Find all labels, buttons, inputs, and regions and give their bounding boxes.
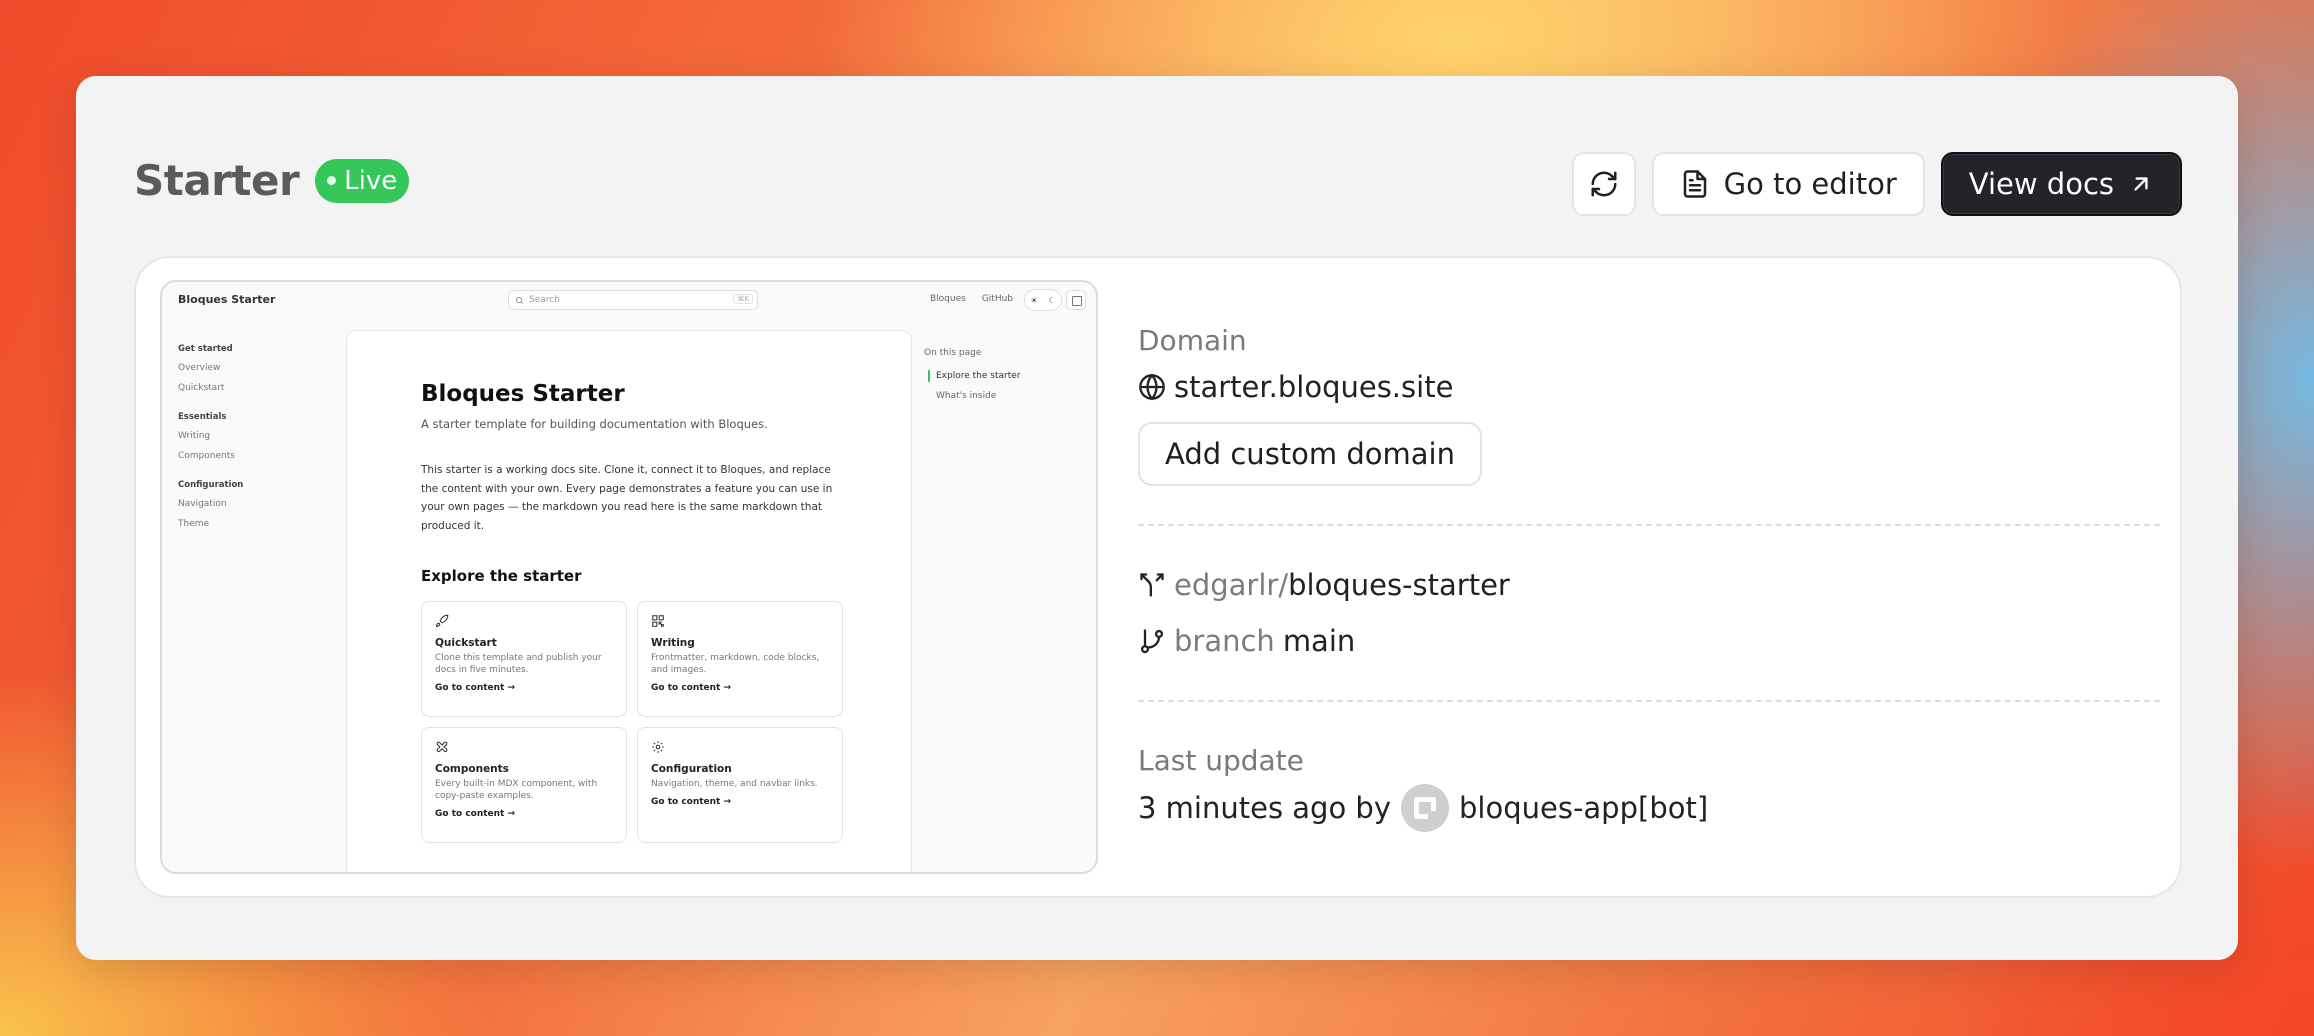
rocket-icon bbox=[435, 614, 449, 628]
domain-label: Domain bbox=[1138, 324, 1247, 357]
preview-nav-link: Bloques bbox=[930, 294, 966, 304]
preview-heading: Bloques Starter bbox=[421, 381, 625, 407]
view-docs-label: View docs bbox=[1968, 167, 2114, 201]
last-update-time: 3 minutes ago by bbox=[1138, 791, 1391, 825]
preview-toc-item: What's inside bbox=[936, 391, 997, 401]
divider bbox=[1138, 524, 2160, 526]
preview-content: Bloques Starter A starter template for b… bbox=[346, 330, 912, 872]
preview-brand: Bloques Starter bbox=[178, 293, 276, 306]
preview-section-heading: Explore the starter bbox=[421, 567, 582, 585]
preview-theme-toggle: ☀ ☾ bbox=[1024, 289, 1062, 311]
preview-panel-icon bbox=[1066, 290, 1086, 310]
header-actions: Go to editor View docs bbox=[1571, 152, 2182, 216]
divider bbox=[1138, 700, 2160, 702]
preview-card-link: Go to content → bbox=[435, 683, 516, 693]
arrow-up-right-icon bbox=[2134, 177, 2148, 191]
bot-logo-icon bbox=[1414, 797, 1436, 819]
preview-card-title: Configuration bbox=[651, 763, 732, 775]
preview-toc-label: On this page bbox=[924, 348, 982, 358]
repo-name: bloques-starter bbox=[1288, 568, 1510, 602]
document-icon bbox=[1683, 170, 1706, 198]
preview-card-title: Quickstart bbox=[435, 637, 497, 649]
status-badge: Live bbox=[315, 158, 410, 203]
preview-sidebar-item: Navigation bbox=[178, 499, 227, 509]
qr-code-icon bbox=[652, 615, 664, 627]
puzzle-icon bbox=[436, 741, 448, 753]
preview-search-shortcut: ⌘K bbox=[733, 294, 753, 304]
preview-card: Quickstart Clone this template and publi… bbox=[421, 601, 627, 717]
preview-intro: This starter is a working docs site. Clo… bbox=[421, 464, 833, 532]
domain-row: starter.bloques.site bbox=[1138, 370, 1453, 404]
preview-sidebar-group: Essentials bbox=[178, 412, 227, 422]
preview-card-link: Go to content → bbox=[651, 683, 732, 693]
preview-card: Configuration Navigation, theme, and nav… bbox=[637, 727, 843, 843]
preview-sidebar-item: Components bbox=[178, 451, 235, 461]
repo-row: edgarlr/bloques-starter bbox=[1138, 568, 1510, 602]
preview-card-title: Components bbox=[435, 763, 509, 775]
preview-topbar: Bloques Starter Search ⌘K Bloques GitHub… bbox=[162, 282, 1096, 318]
sun-icon: ☀ bbox=[1030, 295, 1038, 305]
git-fork-icon bbox=[1140, 573, 1164, 597]
globe-icon bbox=[1139, 373, 1165, 401]
last-update-label: Last update bbox=[1138, 744, 1304, 777]
preview-card: Writing Frontmatter, markdown, code bloc… bbox=[637, 601, 843, 717]
avatar bbox=[1401, 784, 1449, 832]
preview-sidebar-item: Theme bbox=[178, 519, 210, 529]
refresh-icon bbox=[1591, 171, 1617, 197]
preview-card: Components Every built-in MDX component,… bbox=[421, 727, 627, 843]
preview-card-link: Go to content → bbox=[435, 809, 516, 819]
site-preview[interactable]: Bloques Starter Search ⌘K Bloques GitHub… bbox=[160, 280, 1098, 874]
project-title: Starter bbox=[134, 156, 300, 205]
preview-sidebar: Get started Overview Quickstart Essentia… bbox=[178, 344, 243, 534]
search-icon bbox=[516, 296, 523, 304]
preview-card-title: Writing bbox=[651, 637, 695, 649]
gear-icon bbox=[652, 741, 664, 753]
preview-card-desc: Frontmatter, markdown, code blocks, and … bbox=[651, 653, 820, 675]
preview-nav-link: GitHub bbox=[981, 294, 1014, 304]
preview-sidebar-item: Overview bbox=[178, 363, 221, 373]
preview-nav-links: Bloques GitHub bbox=[930, 294, 1013, 304]
go-to-editor-button[interactable]: Go to editor bbox=[1651, 152, 1925, 216]
preview-card-desc: Clone this template and publish your doc… bbox=[435, 653, 602, 675]
refresh-button[interactable] bbox=[1571, 152, 1636, 216]
repo-owner: edgarlr/ bbox=[1174, 568, 1289, 602]
branch-name: main bbox=[1282, 624, 1356, 658]
preview-search: Search ⌘K bbox=[508, 290, 758, 310]
preview-card-link: Go to content → bbox=[651, 797, 732, 807]
view-docs-button[interactable]: View docs bbox=[1940, 152, 2182, 216]
project-card: Starter Live Go to editor View docs Bloq… bbox=[76, 76, 2238, 960]
preview-sidebar-item: Quickstart bbox=[178, 383, 225, 393]
preview-sidebar-group: Get started bbox=[178, 344, 233, 354]
deployment-info: Domain starter.bloques.site Add custom d… bbox=[1138, 258, 2160, 896]
preview-card-desc: Every built-in MDX component, with copy-… bbox=[435, 779, 598, 801]
add-custom-domain-button[interactable]: Add custom domain bbox=[1138, 422, 1482, 486]
last-update-author: bloques-app[bot] bbox=[1459, 791, 1709, 825]
preview-toc-item: Explore the starter bbox=[924, 366, 1020, 386]
project-header: Starter Live bbox=[134, 156, 410, 205]
repository-link[interactable]: edgarlr/bloques-starter bbox=[1174, 568, 1510, 602]
preview-toc: On this page Explore the starter What's … bbox=[924, 348, 1020, 406]
branch-row: branch main bbox=[1138, 624, 1355, 658]
go-to-editor-label: Go to editor bbox=[1723, 167, 1897, 201]
preview-sidebar-item: Writing bbox=[178, 431, 211, 441]
domain-link[interactable]: starter.bloques.site bbox=[1174, 370, 1453, 404]
branch-label: branch bbox=[1174, 624, 1275, 658]
preview-card-grid: Quickstart Clone this template and publi… bbox=[421, 601, 843, 843]
preview-card-desc: Navigation, theme, and navbar links. bbox=[651, 779, 818, 789]
status-label: Live bbox=[344, 165, 398, 196]
last-update-row: 3 minutes ago by bloques-app[bot] bbox=[1138, 784, 1708, 832]
git-branch-icon bbox=[1140, 629, 1164, 654]
deployment-panel: Bloques Starter Search ⌘K Bloques GitHub… bbox=[134, 256, 2182, 898]
preview-subtitle: A starter template for building document… bbox=[421, 417, 768, 431]
status-dot bbox=[327, 176, 337, 185]
preview-search-placeholder: Search bbox=[529, 295, 560, 305]
moon-icon: ☾ bbox=[1048, 295, 1056, 305]
preview-sidebar-group: Configuration bbox=[178, 480, 244, 490]
